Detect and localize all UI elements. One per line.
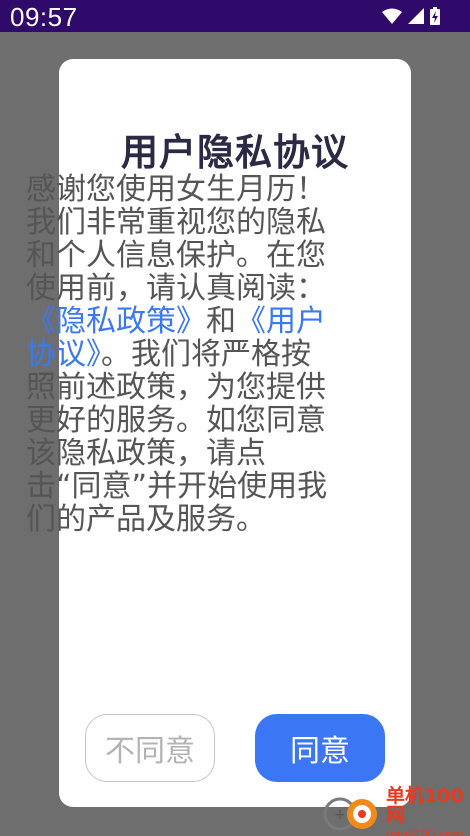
agree-button[interactable]: 同意 — [255, 714, 385, 782]
svg-text:+: + — [334, 807, 346, 823]
intro-text: 我们非常重视您的隐私和个人信息保护。在您使用前，请认真阅读： — [26, 205, 326, 306]
watermark-name: 单机100网 — [386, 785, 464, 826]
status-time: 09:57 — [10, 2, 78, 32]
status-icons — [382, 6, 440, 26]
decline-button[interactable]: 不同意 — [85, 714, 215, 782]
cellular-signal-icon — [408, 8, 424, 24]
watermark: + 单机100网 danji100.com — [322, 787, 470, 836]
watermark-url: danji100.com — [386, 827, 464, 836]
conjunction-text: 和 — [206, 304, 236, 339]
status-bar: 09:57 — [0, 0, 470, 32]
dialog-body: 感谢您使用女生月历！ 我们非常重视您的隐私和个人信息保护。在您使用前，请认真阅读… — [26, 173, 328, 536]
watermark-text: 单机100网 danji100.com — [386, 787, 470, 836]
battery-charging-icon — [430, 7, 440, 25]
watermark-logo-icon: + — [322, 792, 384, 836]
privacy-policy-link[interactable]: 《隐私政策》 — [26, 304, 206, 339]
greeting-text: 感谢您使用女生月历！ — [26, 172, 326, 207]
wifi-icon — [382, 8, 402, 24]
dialog-title: 用户隐私协议 — [121, 131, 349, 174]
